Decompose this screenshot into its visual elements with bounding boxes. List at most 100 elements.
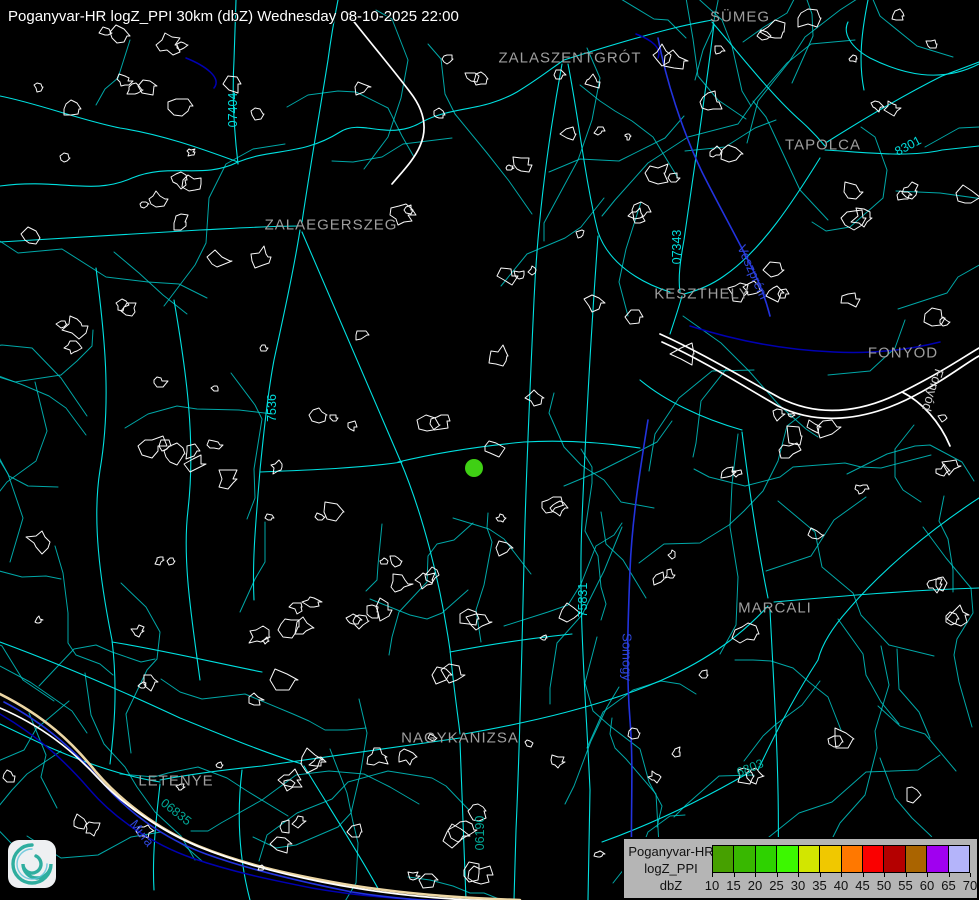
settlement-outline (309, 408, 327, 423)
minor-road (674, 775, 754, 817)
settlement-outline (907, 787, 921, 803)
settlement-outline (560, 127, 576, 140)
settlement-outline (466, 614, 492, 630)
minor-road (549, 393, 654, 508)
minor-road (544, 48, 600, 241)
city-label-smeg: SÜMEG (710, 9, 770, 26)
minor-road (39, 645, 155, 686)
legend-tick (777, 873, 778, 877)
minor-road (735, 660, 841, 730)
settlement-outline (182, 175, 201, 191)
legend-color-cell-60 (927, 846, 948, 872)
legend-tick (906, 873, 907, 877)
settlement-outline (60, 153, 70, 162)
settlement-outline (938, 415, 947, 422)
minor-road (898, 257, 979, 309)
minor-road (538, 0, 686, 38)
minor-road (683, 316, 818, 437)
legend-color-cell-35 (820, 846, 841, 872)
legend-tick (820, 873, 821, 877)
minor-road (121, 583, 160, 753)
minor-road (897, 649, 930, 738)
settlement-outline (506, 165, 514, 170)
minor-road (778, 501, 934, 656)
settlement-outline (940, 317, 950, 326)
settlement-outline (380, 558, 388, 564)
settlement-outline (330, 415, 338, 421)
settlement-outline (594, 851, 605, 857)
settlement-outline (391, 574, 413, 592)
settlement-outline (117, 74, 133, 86)
minor-road (564, 421, 672, 486)
settlement-outline (550, 501, 568, 516)
settlement-outline (324, 502, 344, 521)
settlement-outline (64, 341, 82, 354)
settlement-outline (773, 409, 785, 421)
legend-tick-label: 55 (898, 878, 912, 893)
settlement-outline (585, 74, 600, 88)
settlement-outline (347, 824, 362, 837)
city-label-keszthely: KESZTHELY (654, 286, 749, 303)
settlement-outline (86, 822, 100, 836)
settlement-outline (628, 728, 640, 739)
settlement-outline (474, 72, 488, 85)
legend-text: Poganyvar-HR logZ_PPI dbZ (628, 843, 714, 894)
minor-road (0, 370, 86, 435)
settlement-outline (399, 749, 417, 765)
settlement-outline (265, 514, 274, 520)
settlement-outline (645, 164, 668, 184)
main-road (0, 96, 238, 162)
minor-road (720, 434, 738, 654)
legend-color-cell-15 (734, 846, 755, 872)
settlement-outline (672, 747, 680, 757)
legend-tick-label: 70 (963, 878, 977, 893)
settlement-outline (732, 623, 759, 643)
legend-tick (798, 873, 799, 877)
settlement-outline (302, 597, 322, 607)
minor-road (370, 590, 468, 619)
legend-unit: dbZ (628, 877, 714, 894)
settlement-outline (947, 605, 969, 626)
settlement-outline (187, 149, 195, 156)
legend-tick (712, 873, 713, 877)
river (186, 58, 216, 88)
legend-tick-label: 40 (834, 878, 848, 893)
settlement-outline (35, 616, 43, 623)
settlement-outline (34, 83, 43, 92)
main-road (846, 22, 979, 75)
main-road-network (0, 0, 979, 900)
settlement-outline (855, 485, 869, 494)
settlement-outline (514, 271, 524, 279)
road-number-label-06190: 06190 (473, 816, 487, 851)
main-road (302, 0, 338, 222)
legend-color-cell-25 (777, 846, 798, 872)
minor-road (0, 345, 87, 416)
settlement-outline (715, 46, 725, 54)
minor-road (847, 445, 974, 481)
minor-road (878, 706, 956, 771)
legend-tick (841, 873, 842, 877)
legend-tick-label: 45 (855, 878, 869, 893)
settlement-outline (74, 814, 87, 829)
main-road (304, 766, 380, 892)
settlement-outline (3, 770, 15, 782)
settlement-outline (496, 541, 513, 556)
settlement-outline (390, 556, 402, 567)
national-border (0, 694, 520, 900)
settlement-outline (260, 345, 268, 351)
settlement-outline (632, 202, 651, 219)
main-road (861, 0, 868, 90)
settlement-outline (207, 250, 232, 267)
minor-road (0, 320, 93, 382)
settlement-outline (668, 173, 680, 182)
main-road (0, 60, 564, 186)
legend-colorbar (712, 845, 970, 873)
legend-color-cell-10 (713, 846, 734, 872)
minor-road (0, 382, 47, 520)
legend-color-cell-55 (906, 846, 927, 872)
main-road (450, 634, 572, 652)
settlement-outline (110, 25, 130, 43)
settlement-outline (779, 443, 801, 458)
settlement-outline (871, 101, 884, 112)
minor-road (453, 518, 531, 574)
